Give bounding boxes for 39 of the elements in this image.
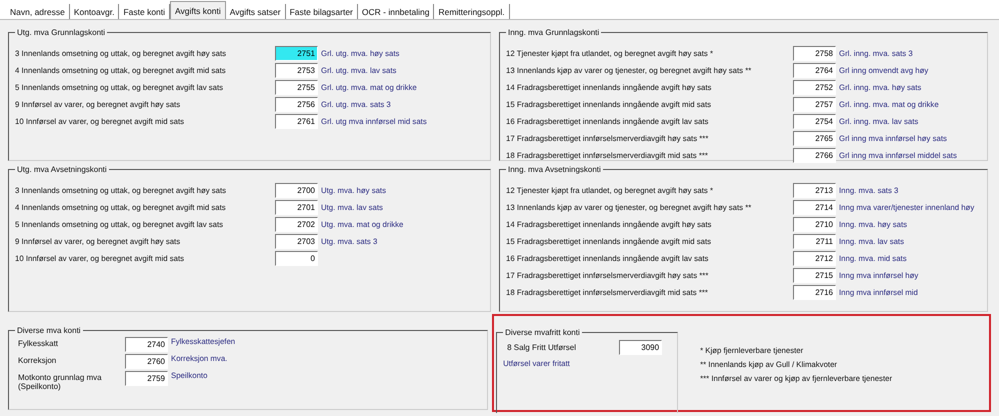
account-field[interactable]: 2755 <box>275 80 318 94</box>
account-field[interactable]: 2760 <box>125 354 168 369</box>
account-field[interactable]: 2716 <box>793 284 836 300</box>
group-title: Diverse mvafritt konti <box>504 328 581 337</box>
account-field[interactable]: 2710 <box>793 216 836 232</box>
group-title: Inng. mva Grunnlagskonti <box>507 28 600 37</box>
account-field[interactable]: 2759 <box>125 371 168 386</box>
account-field[interactable]: 2752 <box>793 80 836 94</box>
account-field[interactable]: 2761 <box>275 114 318 128</box>
account-field[interactable]: 2700 <box>275 182 318 198</box>
account-field[interactable]: 2702 <box>275 216 318 232</box>
account-field[interactable]: 2765 <box>793 130 836 146</box>
field-label: Fylkesskatt <box>18 338 60 348</box>
account-field[interactable]: 3090 <box>619 340 662 354</box>
account-field[interactable]: 2740 <box>125 337 168 352</box>
field-label: 8 Salg Fritt Utførsel <box>507 342 577 352</box>
account-field[interactable]: 2753 <box>275 62 318 78</box>
field-label: Motkonto grunnlag mva (Speilkonto) <box>18 372 103 391</box>
group-title: Utg. mva Grunnlagskonti <box>16 28 106 37</box>
account-field[interactable]: 2754 <box>793 114 836 128</box>
group-title: Utg. mva Avsetningskonti <box>16 165 108 174</box>
account-field[interactable]: 2715 <box>793 268 836 282</box>
group-title: Inng. mva Avsetningskonti <box>507 165 602 174</box>
account-field[interactable]: 2714 <box>793 200 836 214</box>
account-field[interactable]: 2764 <box>793 62 836 78</box>
account-field[interactable]: 2751 <box>275 46 318 60</box>
account-field[interactable]: 2703 <box>275 234 318 248</box>
account-field[interactable]: 2713 <box>793 182 836 198</box>
tab[interactable]: Avgifts konti <box>170 1 226 19</box>
account-field[interactable]: 2701 <box>275 200 318 214</box>
account-field[interactable]: 2766 <box>793 148 836 162</box>
field-label: Korreksjon <box>18 355 58 365</box>
account-field[interactable]: 0 <box>275 250 318 266</box>
account-field[interactable]: 2756 <box>275 96 318 112</box>
account-field[interactable]: 2711 <box>793 234 836 248</box>
group-title: Diverse mva konti <box>16 326 82 335</box>
account-field[interactable]: 2712 <box>793 250 836 266</box>
account-field[interactable]: 2757 <box>793 96 836 112</box>
account-field[interactable]: 2758 <box>793 46 836 60</box>
